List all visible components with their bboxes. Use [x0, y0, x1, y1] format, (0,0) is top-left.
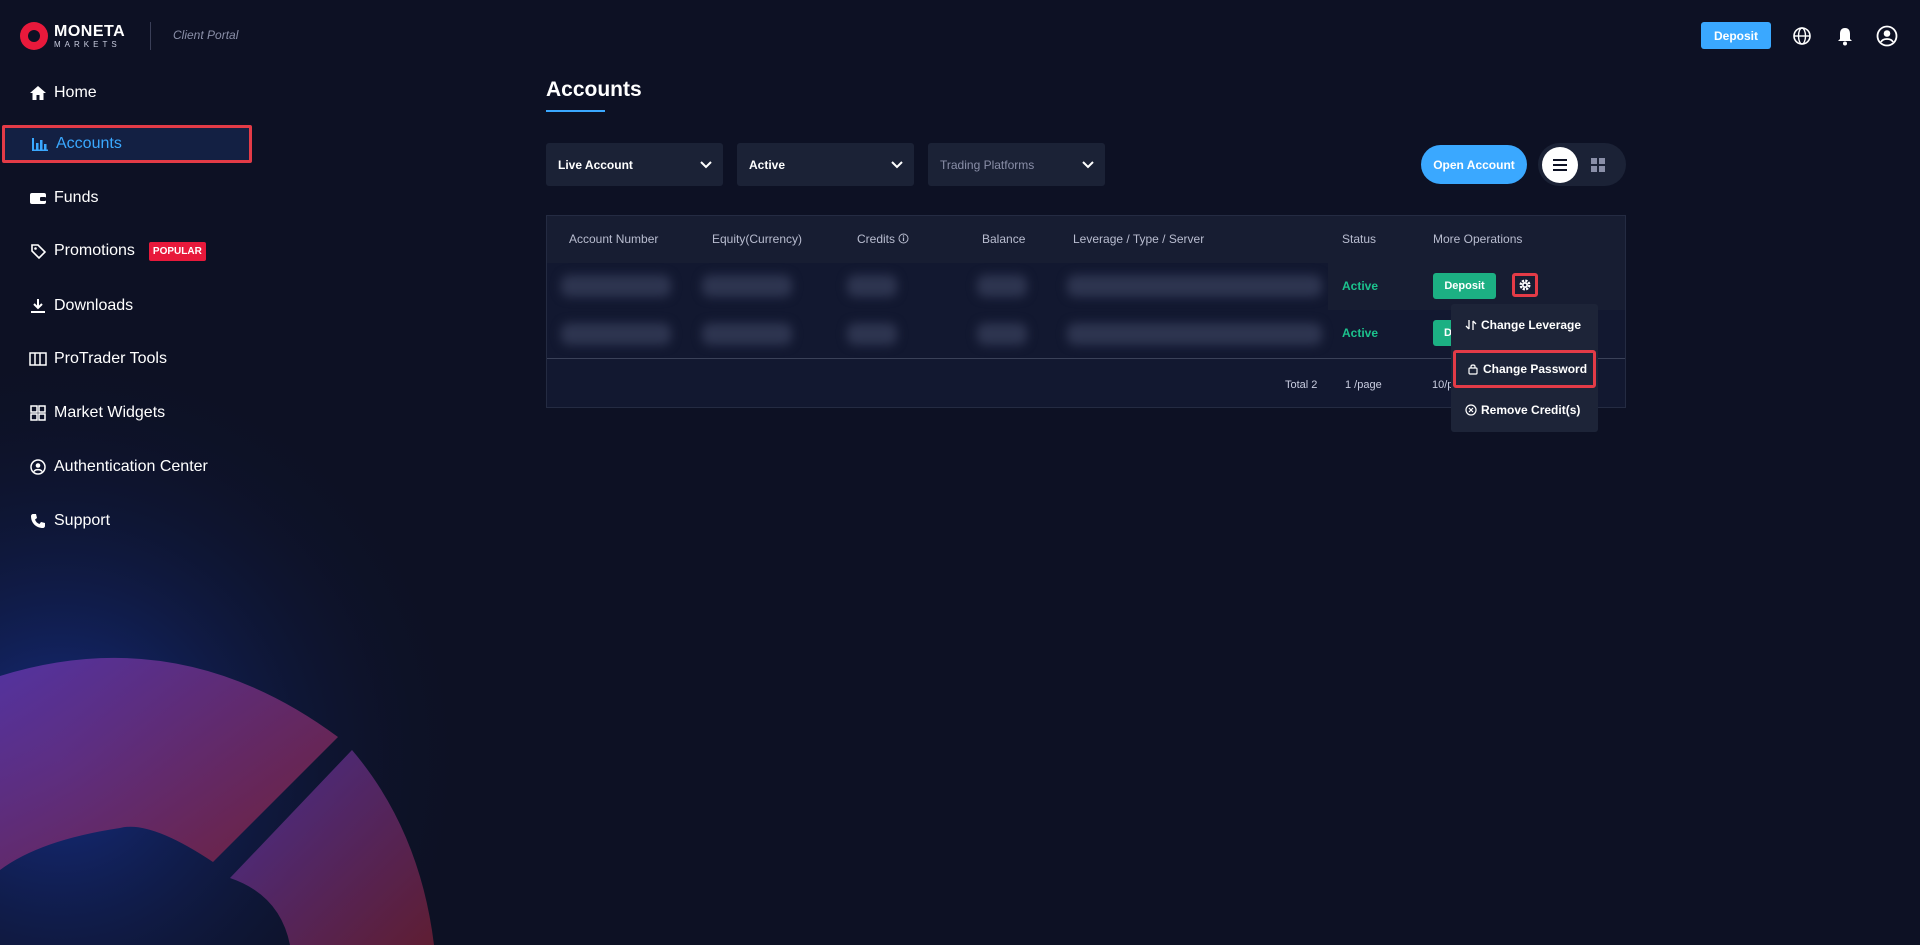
bell-icon[interactable] — [1833, 24, 1857, 48]
column-header: Credits — [857, 232, 909, 246]
list-view-icon[interactable] — [1542, 147, 1578, 183]
table-header: Account Number Equity(Currency) Credits … — [547, 216, 1625, 263]
row-deposit-button[interactable]: Deposit — [1433, 273, 1496, 299]
operations-menu: Change Leverage Change Password Remove C… — [1451, 304, 1598, 432]
download-icon — [28, 296, 48, 316]
logo-divider — [150, 22, 151, 50]
top-bar: MONETA MARKETS Client Portal Deposit — [0, 0, 1920, 72]
gear-icon[interactable] — [1512, 273, 1538, 297]
status-select[interactable]: Active — [737, 143, 914, 186]
sidebar-item-authentication-center[interactable]: Authentication Center — [0, 448, 252, 486]
home-icon — [28, 83, 48, 103]
popular-badge: POPULAR — [148, 241, 206, 261]
column-header: Account Number — [569, 232, 659, 246]
user-icon[interactable] — [1875, 24, 1899, 48]
lock-icon — [1467, 363, 1479, 375]
status-text: Active — [1342, 279, 1379, 293]
trading-platform-placeholder: Trading Platforms — [940, 157, 1035, 172]
column-header: Equity(Currency) — [712, 232, 803, 246]
menu-item-label: Change Leverage — [1481, 318, 1582, 332]
column-header: Leverage / Type / Server — [1073, 232, 1205, 246]
menu-item-remove-credits[interactable]: Remove Credit(s) — [1451, 395, 1598, 425]
chart-tool-icon — [28, 349, 48, 369]
sidebar-item-label: Promotions — [54, 242, 135, 259]
sidebar-item-label: Downloads — [54, 297, 134, 314]
logo[interactable]: MONETA MARKETS — [20, 22, 125, 50]
sidebar-item-home[interactable]: Home — [0, 74, 252, 112]
redacted-leverage — [1067, 323, 1322, 345]
sidebar-item-downloads[interactable]: Downloads — [0, 287, 252, 325]
total-count: Total 2 — [1285, 379, 1318, 391]
sidebar-item-funds[interactable]: Funds — [0, 179, 252, 217]
tag-icon — [28, 241, 48, 261]
view-toggle — [1538, 143, 1626, 186]
open-account-button[interactable]: Open Account — [1421, 145, 1527, 184]
sidebar-item-label: ProTrader Tools — [54, 350, 167, 367]
sidebar-item-label: Market Widgets — [54, 404, 166, 421]
title-underline — [546, 110, 605, 112]
sidebar-item-label: Support — [54, 512, 111, 529]
user-circle-icon — [28, 457, 48, 477]
redacted-account-number — [561, 275, 671, 297]
sidebar-item-label: Funds — [54, 189, 99, 206]
widgets-icon — [28, 403, 48, 423]
sidebar-item-support[interactable]: Support — [0, 502, 252, 540]
column-header: More Operations — [1433, 232, 1523, 246]
redacted-credits — [847, 275, 897, 297]
sidebar-item-protrader-tools[interactable]: ProTrader Tools — [0, 340, 252, 378]
menu-item-label: Change Password — [1483, 362, 1588, 376]
redacted-credits — [847, 323, 897, 345]
globe-icon[interactable] — [1790, 24, 1814, 48]
logo-brand: MONETA — [54, 22, 126, 40]
grid-view-icon[interactable] — [1588, 155, 1608, 175]
chevron-down-icon — [1081, 157, 1095, 174]
bar-chart-icon — [30, 134, 50, 154]
redacted-balance — [977, 323, 1027, 345]
page-indicator[interactable]: 1 /page — [1345, 379, 1382, 391]
menu-item-change-leverage[interactable]: Change Leverage — [1451, 310, 1598, 340]
redacted-equity — [702, 323, 792, 345]
info-icon[interactable] — [898, 232, 909, 246]
redacted-account-number — [561, 323, 671, 345]
background-decoration — [0, 300, 600, 945]
sidebar-item-label: Home — [54, 84, 97, 101]
wallet-icon — [28, 188, 48, 208]
portal-label: Client Portal — [173, 28, 239, 42]
swap-vertical-icon — [1465, 319, 1477, 331]
trading-platform-select[interactable]: Trading Platforms — [928, 143, 1105, 186]
redacted-balance — [977, 275, 1027, 297]
header-deposit-button[interactable]: Deposit — [1701, 22, 1771, 49]
menu-item-change-password[interactable]: Change Password — [1453, 350, 1596, 388]
account-type-value: Live Account — [558, 157, 633, 172]
column-header: Balance — [982, 232, 1026, 246]
menu-item-label: Remove Credit(s) — [1481, 403, 1581, 417]
phone-icon — [28, 511, 48, 531]
logo-sub: MARKETS — [54, 39, 121, 49]
chevron-down-icon — [699, 157, 713, 174]
sidebar-item-accounts[interactable]: Accounts — [2, 125, 252, 163]
moneta-logo-icon — [20, 22, 48, 50]
sidebar-item-label: Authentication Center — [54, 458, 208, 475]
redacted-equity — [702, 275, 792, 297]
column-header: Status — [1342, 232, 1377, 246]
page-title: Accounts — [546, 78, 642, 101]
account-type-select[interactable]: Live Account — [546, 143, 723, 186]
table-row: Active Deposit — [547, 263, 1625, 310]
status-text: Active — [1342, 326, 1379, 340]
status-value: Active — [749, 157, 786, 172]
sidebar-item-promotions[interactable]: Promotions POPULAR — [0, 232, 252, 270]
sidebar-item-market-widgets[interactable]: Market Widgets — [0, 394, 252, 432]
chevron-down-icon — [890, 157, 904, 174]
sidebar-item-label: Accounts — [56, 135, 122, 152]
remove-circle-icon — [1465, 404, 1477, 416]
redacted-leverage — [1067, 275, 1322, 297]
